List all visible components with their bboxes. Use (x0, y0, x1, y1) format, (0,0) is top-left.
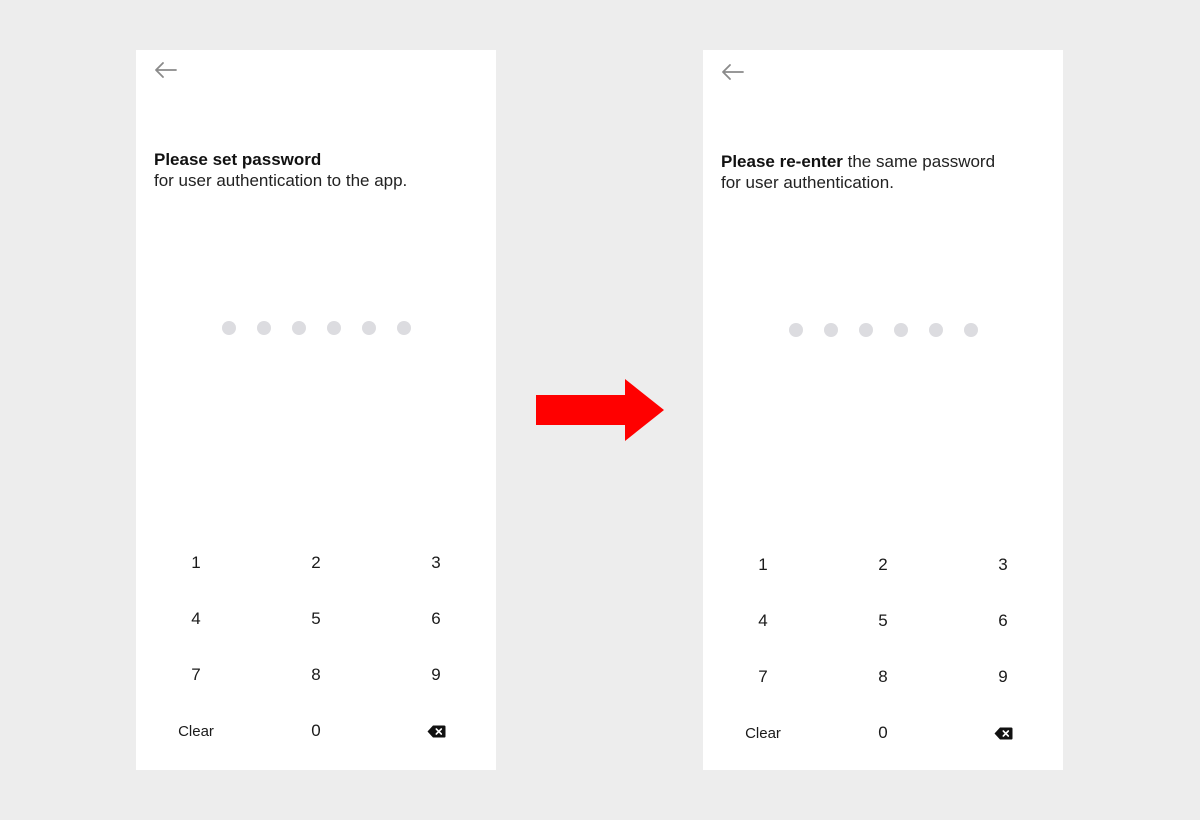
backspace-icon (994, 727, 1012, 739)
key-9[interactable]: 9 (943, 649, 1063, 705)
pin-dot (789, 323, 803, 337)
key-8[interactable]: 8 (256, 647, 376, 703)
key-6[interactable]: 6 (376, 591, 496, 647)
pin-dot (222, 321, 236, 335)
key-3[interactable]: 3 (943, 537, 1063, 593)
arrow-left-icon (722, 64, 744, 80)
backspace-icon (427, 725, 445, 737)
prompt-second-line: for user authentication to the app. (154, 171, 408, 190)
prompt-emphasis: Please set password (154, 150, 322, 169)
pin-dot (257, 321, 271, 335)
key-1[interactable]: 1 (703, 537, 823, 593)
key-5[interactable]: 5 (256, 591, 376, 647)
prompt-second-line: for user authentication. (721, 173, 894, 192)
key-1[interactable]: 1 (136, 535, 256, 591)
pin-indicator (703, 323, 1063, 337)
password-prompt: Please set password for user authenticat… (154, 149, 484, 191)
pin-dot (327, 321, 341, 335)
pin-dot (894, 323, 908, 337)
back-button[interactable] (719, 61, 745, 83)
key-0[interactable]: 0 (256, 703, 376, 759)
pin-dot (292, 321, 306, 335)
password-prompt: Please re-enter the same password for us… (721, 151, 1051, 193)
arrow-left-icon (155, 62, 177, 78)
key-8[interactable]: 8 (823, 649, 943, 705)
set-password-screen: Please set password for user authenticat… (136, 50, 496, 770)
arrow-right-icon (536, 379, 664, 441)
pin-indicator (136, 321, 496, 335)
backspace-button[interactable] (943, 705, 1063, 761)
reenter-password-screen: Please re-enter the same password for us… (703, 50, 1063, 770)
key-3[interactable]: 3 (376, 535, 496, 591)
backspace-button[interactable] (376, 703, 496, 759)
key-6[interactable]: 6 (943, 593, 1063, 649)
key-5[interactable]: 5 (823, 593, 943, 649)
pin-dot (964, 323, 978, 337)
key-4[interactable]: 4 (136, 591, 256, 647)
prompt-emphasis: Please re-enter (721, 152, 843, 171)
key-9[interactable]: 9 (376, 647, 496, 703)
pin-dot (859, 323, 873, 337)
clear-button[interactable]: Clear (136, 703, 256, 759)
pin-dot (362, 321, 376, 335)
prompt-continuation: the same password (842, 152, 996, 171)
back-button[interactable] (152, 59, 178, 81)
key-7[interactable]: 7 (703, 649, 823, 705)
key-0[interactable]: 0 (823, 705, 943, 761)
pin-dot (929, 323, 943, 337)
key-7[interactable]: 7 (136, 647, 256, 703)
clear-button[interactable]: Clear (703, 705, 823, 761)
pin-dot (824, 323, 838, 337)
key-2[interactable]: 2 (256, 535, 376, 591)
key-4[interactable]: 4 (703, 593, 823, 649)
key-2[interactable]: 2 (823, 537, 943, 593)
pin-dot (397, 321, 411, 335)
